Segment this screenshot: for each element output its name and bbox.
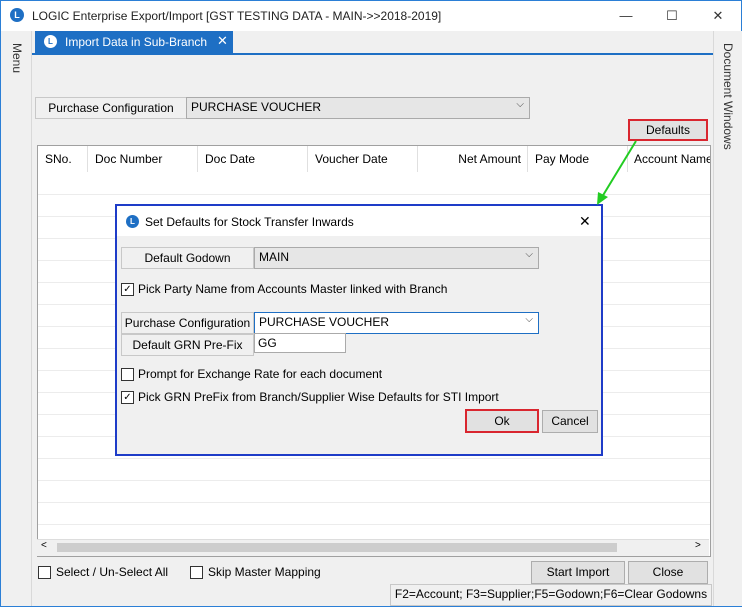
arrow-head-icon bbox=[597, 192, 608, 205]
annotation-arrow bbox=[597, 140, 637, 205]
app-window: L LOGIC Enterprise Export/Import [GST TE… bbox=[0, 0, 742, 607]
arrow-line bbox=[601, 140, 637, 198]
